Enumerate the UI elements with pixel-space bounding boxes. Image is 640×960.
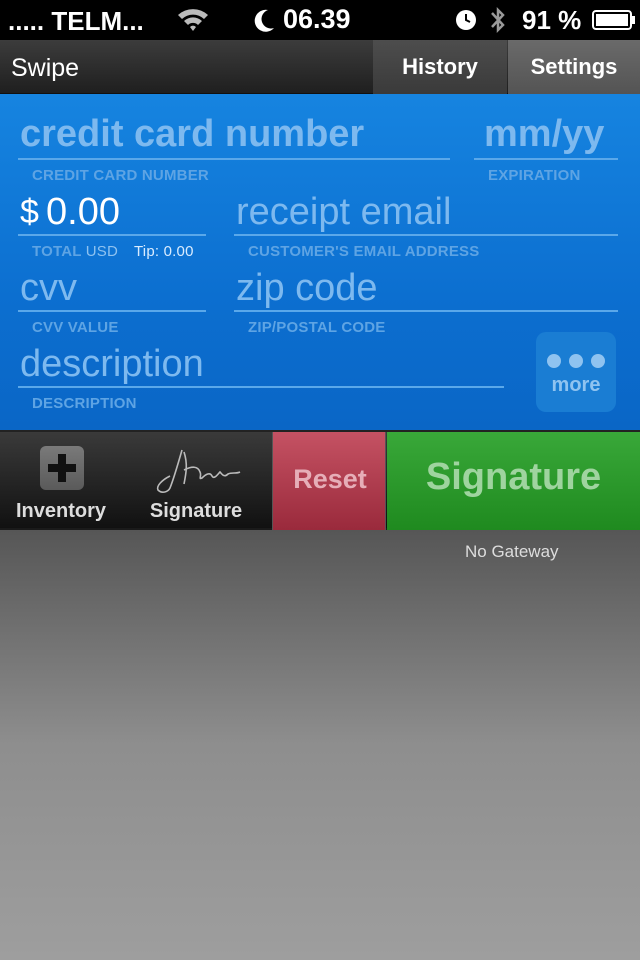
signature-button[interactable]: Signature <box>387 432 640 530</box>
inventory-button[interactable]: Inventory <box>0 432 122 530</box>
nav-bar: Swipe History Settings <box>0 40 640 94</box>
moon-icon <box>254 9 274 32</box>
tab-history[interactable]: History <box>373 40 507 94</box>
battery-percent: 91 % <box>522 5 582 35</box>
signature-icon <box>156 449 241 493</box>
inventory-label: Inventory <box>15 500 107 522</box>
tip-label: Tip: 0.00 <box>134 243 194 260</box>
zip-placeholder: zip code <box>236 267 378 309</box>
more-dots-icon <box>547 354 607 370</box>
signature-toolbar-label: Signature <box>149 500 243 522</box>
zip-field[interactable]: zip code <box>234 266 618 312</box>
cvv-caption: CVV VALUE <box>32 319 119 336</box>
expiration-caption: EXPIRATION <box>488 167 581 184</box>
currency-code: USD <box>85 243 118 260</box>
total-amount-value: 0.00 <box>46 191 120 233</box>
gateway-status: No Gateway <box>465 542 559 561</box>
plus-icon <box>40 446 84 490</box>
clock-icon <box>456 10 476 30</box>
total-caption: TOTAL USD <box>32 243 118 260</box>
card-number-placeholder: credit card number <box>20 113 365 155</box>
description-field[interactable]: description <box>18 342 504 388</box>
tab-settings[interactable]: Settings <box>508 40 640 94</box>
card-number-caption: CREDIT CARD NUMBER <box>32 167 209 184</box>
bluetooth-icon <box>491 6 505 34</box>
expiration-placeholder: mm/yy <box>484 113 605 155</box>
description-caption: DESCRIPTION <box>32 395 137 412</box>
cvv-placeholder: cvv <box>20 267 77 309</box>
page-title: Swipe <box>11 54 80 82</box>
email-caption: CUSTOMER'S EMAIL ADDRESS <box>248 243 480 260</box>
battery-icon <box>592 10 635 30</box>
signature-button-label: Signature <box>425 456 602 498</box>
carrier-label: ..... TELM... <box>8 6 144 36</box>
description-placeholder: description <box>20 343 204 385</box>
total-amount-field[interactable]: $ 0.00 <box>18 190 206 236</box>
more-label: more <box>551 374 601 396</box>
cvv-field[interactable]: cvv <box>18 266 206 312</box>
card-number-field[interactable]: credit card number <box>18 112 450 160</box>
reset-button[interactable]: Reset <box>272 432 386 530</box>
payment-form: credit card number mm/yy CREDIT CARD NUM… <box>0 94 640 430</box>
zip-caption: ZIP/POSTAL CODE <box>248 319 386 336</box>
total-caption-label: TOTAL <box>32 243 82 260</box>
currency-symbol: $ <box>20 193 39 231</box>
expiration-field[interactable]: mm/yy <box>474 112 618 160</box>
action-toolbar: Inventory Signature Reset Signature <box>0 430 640 530</box>
content-area: No Gateway <box>0 530 640 960</box>
email-placeholder: receipt email <box>236 191 452 233</box>
more-button[interactable]: more <box>536 332 616 412</box>
reset-label: Reset <box>293 464 367 494</box>
email-field[interactable]: receipt email <box>234 190 618 236</box>
status-bar: ..... TELM... 06.39 91 % <box>0 0 640 40</box>
wifi-icon <box>178 9 208 31</box>
signature-toolbar-button[interactable]: Signature <box>130 432 262 530</box>
clock-time: 06.39 <box>283 4 351 34</box>
